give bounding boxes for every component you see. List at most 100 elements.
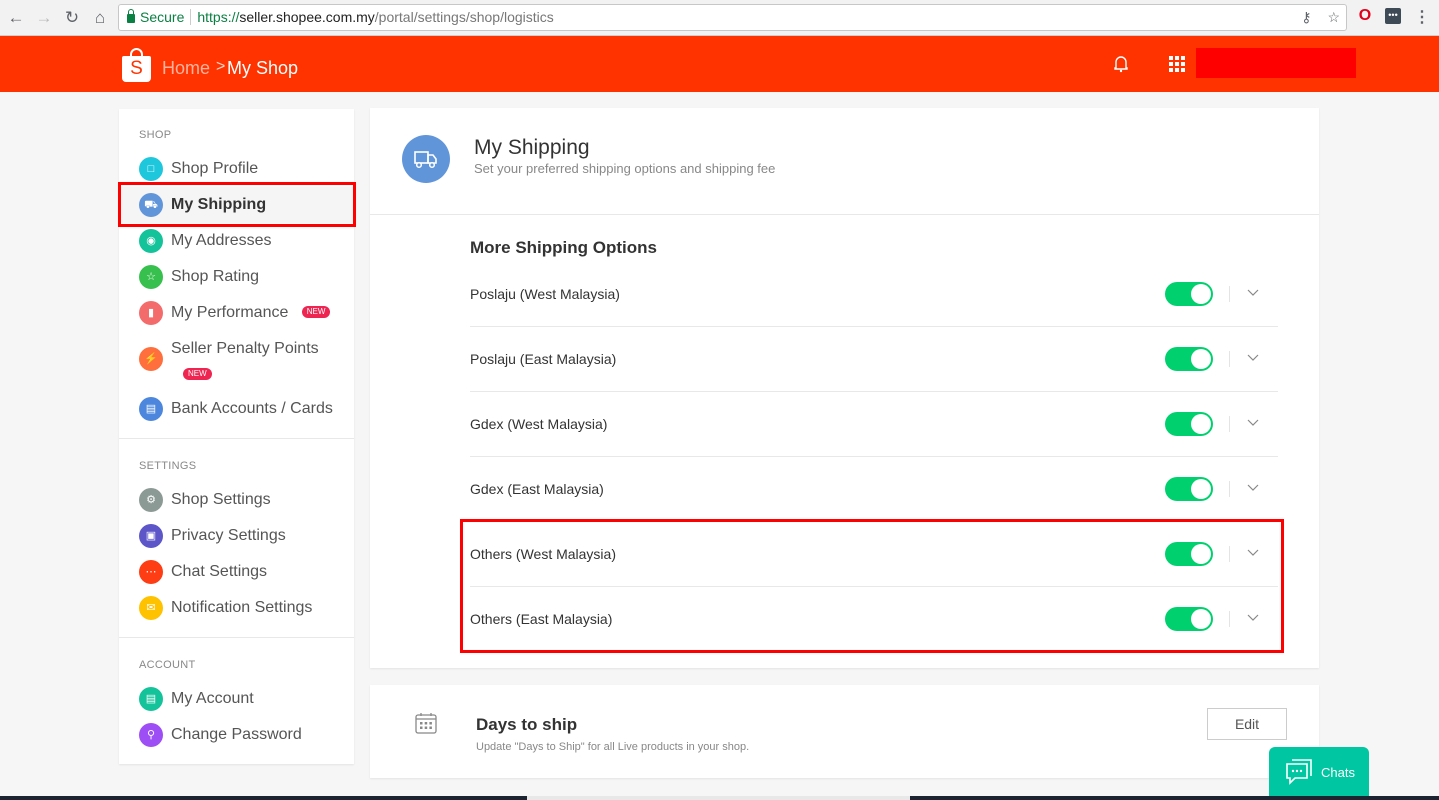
- divider: [1229, 351, 1230, 367]
- back-arrow-icon[interactable]: ←: [4, 6, 28, 30]
- secure-label: Secure: [140, 9, 185, 25]
- edit-button[interactable]: Edit: [1207, 708, 1287, 740]
- shipping-option-name: Poslaju (East Malaysia): [470, 351, 617, 367]
- shipping-card: My Shipping Set your preferred shipping …: [370, 108, 1319, 668]
- shipping-option-row: Others (West Malaysia): [470, 522, 1278, 587]
- star-icon: ☆: [139, 265, 163, 289]
- breadcrumb-home[interactable]: Home: [162, 58, 210, 79]
- shopee-logo[interactable]: S: [122, 48, 151, 82]
- notification-bell-icon[interactable]: [1113, 55, 1129, 73]
- page-subtitle: Set your preferred shipping options and …: [474, 161, 776, 176]
- shipping-option-toggle[interactable]: [1165, 347, 1213, 371]
- browser-menu-icon[interactable]: ⋮: [1414, 7, 1430, 27]
- chats-label: Chats: [1321, 765, 1355, 780]
- key-icon: ⚲: [139, 723, 163, 747]
- sidebar-item-my-addresses[interactable]: ◉ My Addresses: [119, 223, 354, 259]
- shipping-option-row: Gdex (West Malaysia): [470, 392, 1278, 457]
- url-scheme: https://: [197, 9, 240, 25]
- shipping-option-toggle[interactable]: [1165, 477, 1213, 501]
- chevron-down-icon[interactable]: [1247, 416, 1259, 428]
- chat-bubble-icon: ⋯: [139, 560, 163, 584]
- sidebar-item-shop-profile[interactable]: □ Shop Profile: [119, 151, 354, 187]
- breadcrumb-separator: >: [216, 58, 226, 75]
- sidebar-item-seller-penalty-points[interactable]: ⚡ Seller Penalty Points NEW: [119, 331, 354, 385]
- shipping-option-name: Others (East Malaysia): [470, 611, 613, 627]
- password-extension-icon[interactable]: •••: [1385, 8, 1401, 24]
- new-badge: NEW: [301, 306, 331, 318]
- sidebar-item-label: Privacy Settings: [171, 527, 286, 544]
- sidebar-item-label: Bank Accounts / Cards: [171, 400, 333, 417]
- browser-toolbar: ← → ↻ ⌂ Secure https://seller.shopee.com.…: [0, 0, 1439, 36]
- sidebar-item-label: Change Password: [171, 726, 302, 743]
- url-host: seller.shopee.com.my: [239, 9, 375, 25]
- days-to-ship-title: Days to ship: [476, 715, 578, 734]
- sidebar-item-label: Shop Profile: [171, 160, 259, 177]
- taskbar-edge: [527, 796, 910, 800]
- chevron-down-icon[interactable]: [1247, 286, 1259, 298]
- shipping-option-toggle[interactable]: [1165, 607, 1213, 631]
- sidebar-item-privacy-settings[interactable]: ▣ Privacy Settings: [119, 518, 354, 554]
- shipping-option-name: Gdex (East Malaysia): [470, 481, 604, 497]
- sidebar-item-label: My Account: [171, 690, 254, 707]
- divider: [1229, 611, 1230, 627]
- section-title: More Shipping Options: [470, 238, 657, 257]
- sidebar-heading-shop: SHOP: [139, 129, 172, 141]
- chevron-down-icon[interactable]: [1247, 351, 1259, 363]
- shipping-option-name: Gdex (West Malaysia): [470, 416, 608, 432]
- chats-button[interactable]: Chats: [1269, 747, 1369, 800]
- sidebar-item-label: Seller Penalty Points: [171, 340, 319, 357]
- lock-icon: ▣: [139, 524, 163, 548]
- shipping-option-toggle[interactable]: [1165, 282, 1213, 306]
- address-bar[interactable]: Secure https://seller.shopee.com.my/porta…: [118, 4, 1347, 31]
- sidebar-divider: [119, 438, 354, 439]
- lock-icon: [127, 9, 135, 23]
- sidebar-item-my-shipping[interactable]: ⛟ My Shipping: [119, 187, 354, 223]
- page-title: My Shipping: [474, 136, 590, 159]
- chevron-down-icon[interactable]: [1247, 546, 1259, 558]
- shipping-option-name: Poslaju (West Malaysia): [470, 286, 620, 302]
- location-pin-icon: ◉: [139, 229, 163, 253]
- sidebar-item-my-account[interactable]: ▤ My Account: [119, 681, 354, 717]
- breadcrumb-current[interactable]: My Shop: [227, 58, 298, 79]
- lightning-icon: ⚡: [139, 347, 163, 371]
- sidebar-item-my-performance[interactable]: ▮ My Performance NEW: [119, 295, 354, 331]
- credit-card-icon: ▤: [139, 397, 163, 421]
- shipping-option-toggle[interactable]: [1165, 412, 1213, 436]
- sidebar-item-shop-rating[interactable]: ☆ Shop Rating: [119, 259, 354, 295]
- chat-icon: [1286, 759, 1312, 785]
- shipping-option-name: Others (West Malaysia): [470, 546, 616, 562]
- bar-chart-icon: ▮: [139, 301, 163, 325]
- divider: [1229, 416, 1230, 432]
- sidebar-item-change-password[interactable]: ⚲ Change Password: [119, 717, 354, 753]
- redacted-username[interactable]: [1196, 48, 1356, 78]
- sidebar-item-label: Chat Settings: [171, 563, 268, 580]
- shipping-option-toggle[interactable]: [1165, 542, 1213, 566]
- apps-grid-icon[interactable]: [1169, 56, 1186, 72]
- chevron-down-icon[interactable]: [1247, 481, 1259, 493]
- home-icon[interactable]: ⌂: [88, 6, 112, 30]
- shipping-option-row: Poslaju (East Malaysia): [470, 327, 1278, 392]
- sidebar-divider: [119, 637, 354, 638]
- divider: [1229, 286, 1230, 302]
- sidebar-item-chat-settings[interactable]: ⋯ Chat Settings: [119, 554, 354, 590]
- sidebar-item-label: Shop Rating: [171, 268, 260, 285]
- reload-icon[interactable]: ↻: [60, 6, 84, 30]
- opera-extension-icon[interactable]: O: [1357, 8, 1373, 24]
- divider: [370, 214, 1319, 215]
- top-navbar: S Home > My Shop: [0, 36, 1439, 92]
- sidebar-item-shop-settings[interactable]: ⚙ Shop Settings: [119, 482, 354, 518]
- key-icon[interactable]: ⚷: [1301, 9, 1311, 25]
- image-icon: □: [139, 157, 163, 181]
- truck-icon: ⛟: [139, 193, 163, 217]
- sidebar-item-notification-settings[interactable]: ✉ Notification Settings: [119, 590, 354, 626]
- sidebar-item-bank-accounts[interactable]: ▤ Bank Accounts / Cards: [119, 391, 354, 427]
- gear-icon: ⚙: [139, 488, 163, 512]
- divider: [1229, 481, 1230, 497]
- chevron-down-icon[interactable]: [1247, 611, 1259, 623]
- sidebar-item-label: My Addresses: [171, 232, 272, 249]
- bookmark-star-icon[interactable]: ☆: [1327, 9, 1340, 25]
- divider: [190, 9, 192, 25]
- forward-arrow-icon[interactable]: →: [32, 6, 56, 30]
- days-to-ship-card: Days to ship Update "Days to Ship" for a…: [370, 685, 1319, 778]
- truck-icon: [402, 135, 450, 183]
